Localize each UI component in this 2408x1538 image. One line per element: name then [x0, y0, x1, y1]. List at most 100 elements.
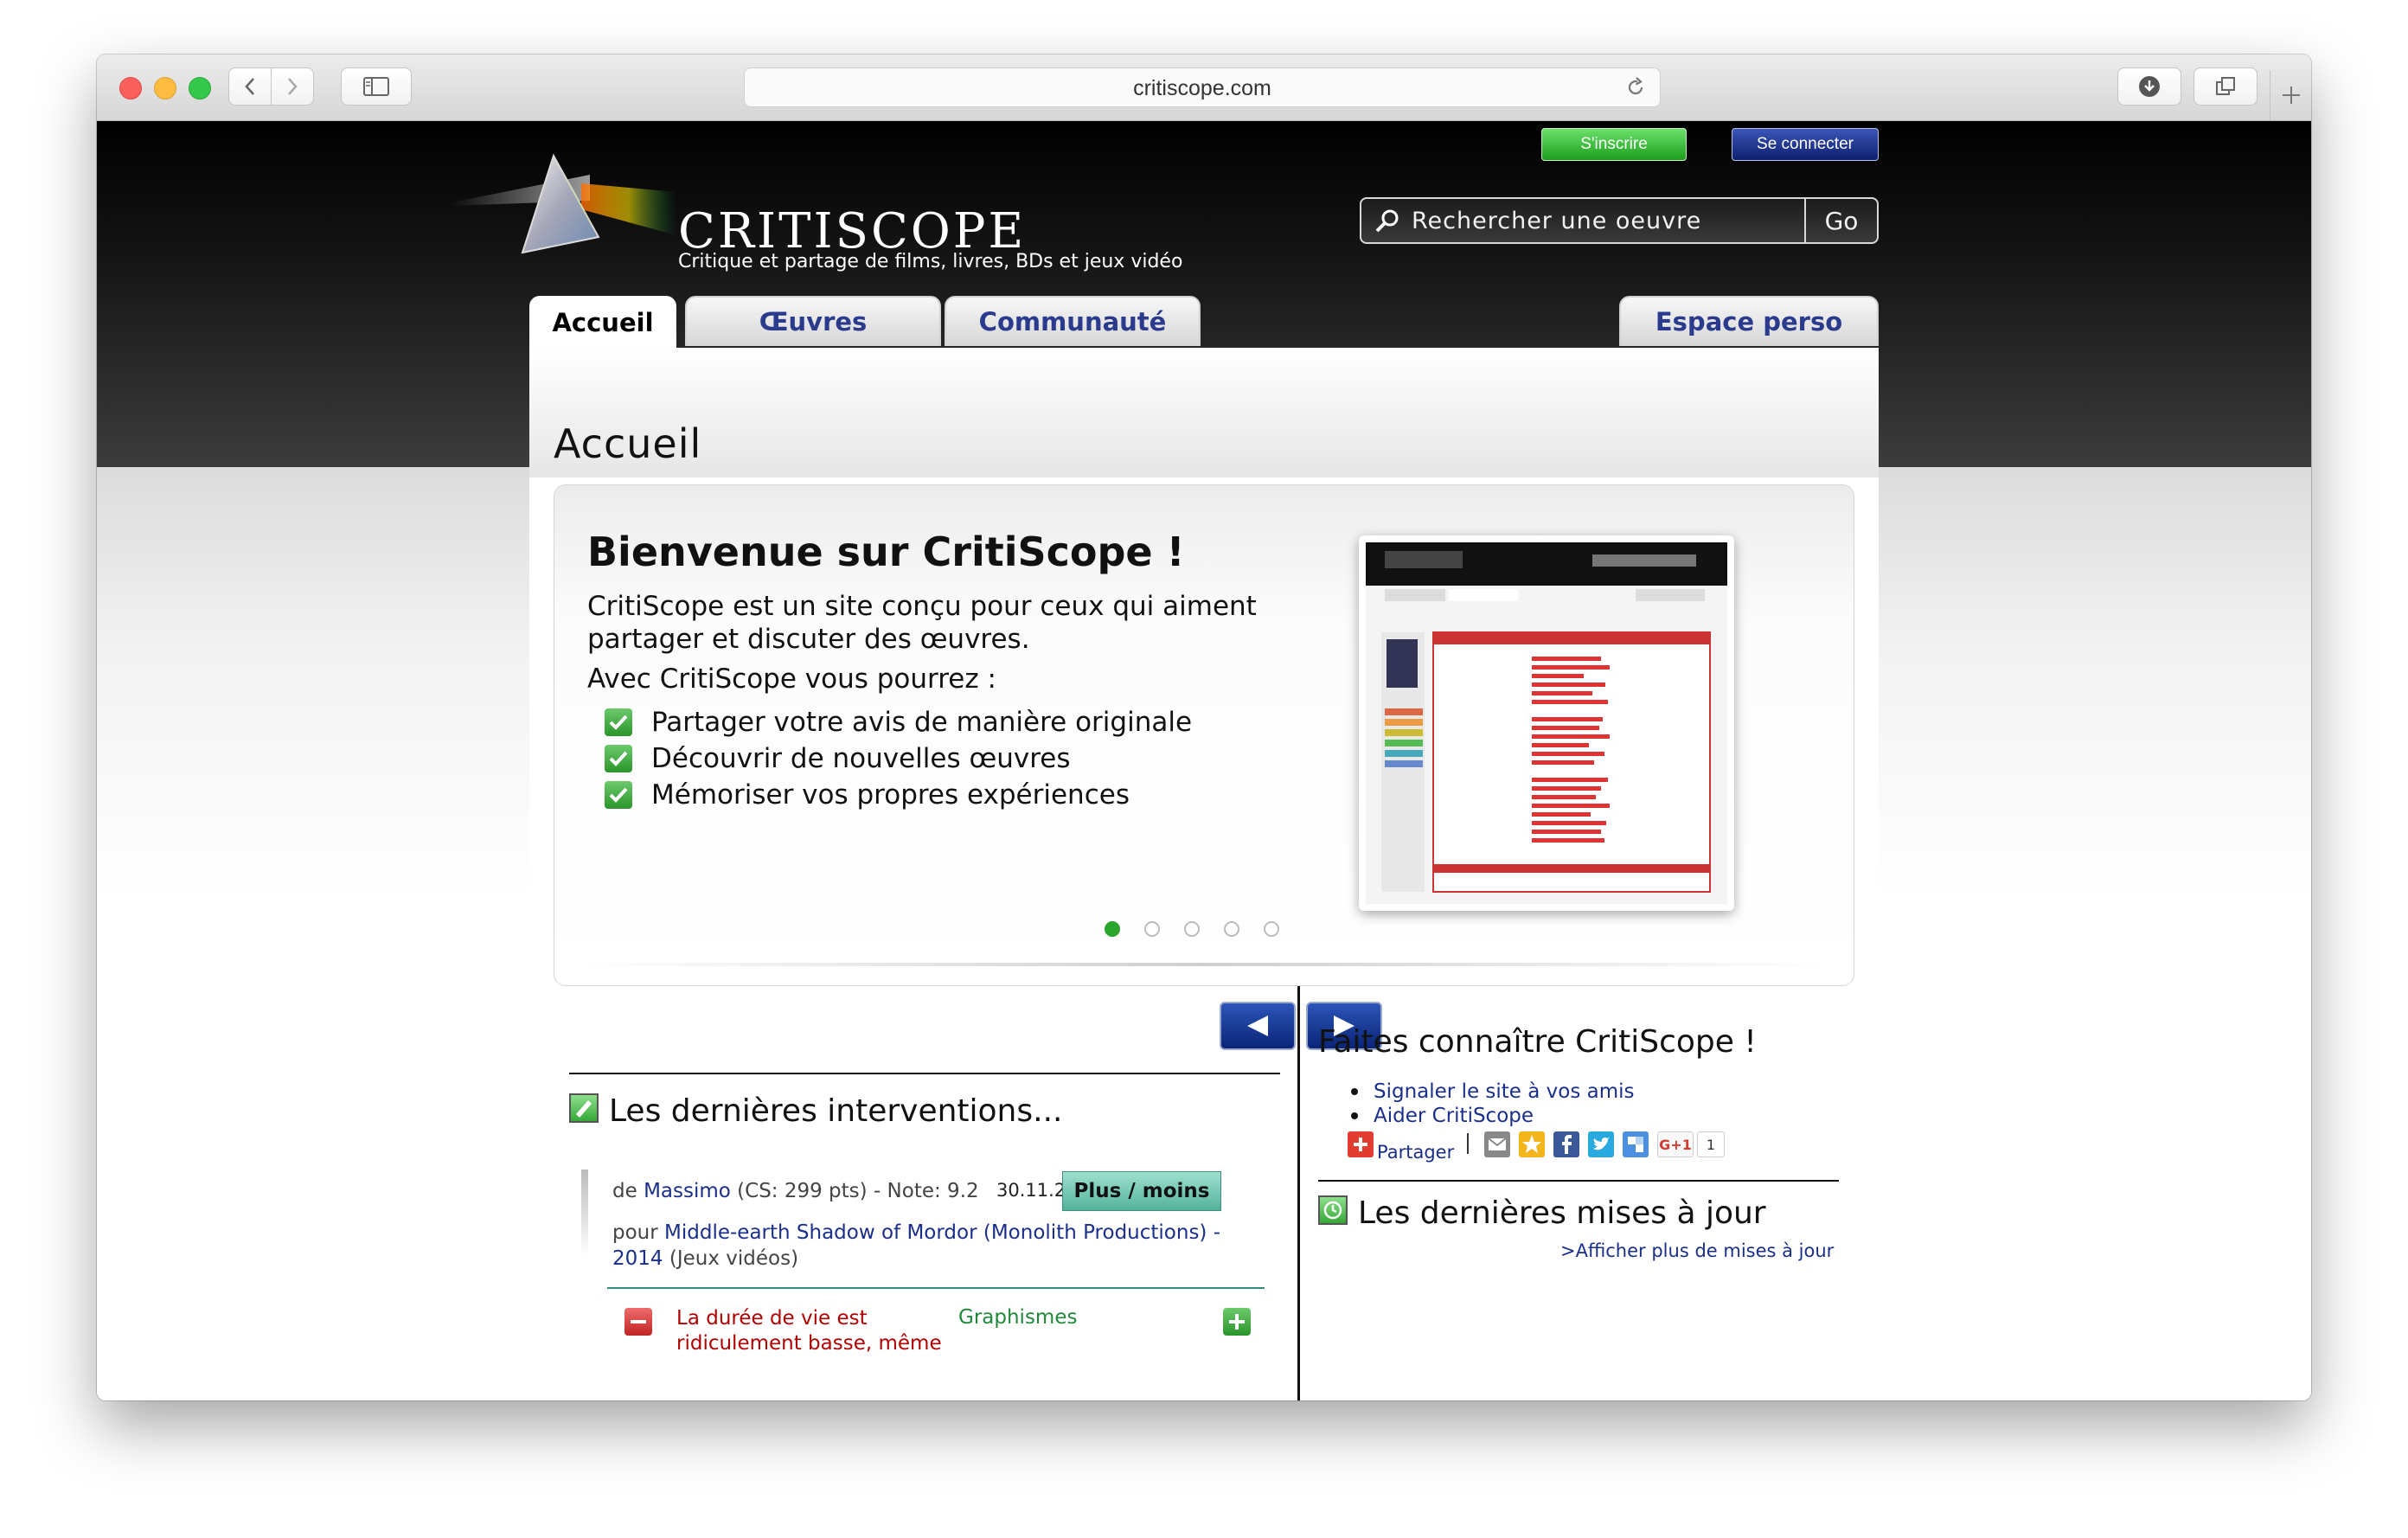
carousel-prev-button[interactable] — [1220, 1002, 1296, 1050]
chevron-left-icon — [245, 78, 254, 95]
work-link[interactable]: Middle-earth Shadow of Mordor (Monolith … — [664, 1221, 1220, 1244]
favorite-star-icon[interactable] — [1519, 1131, 1545, 1157]
carousel-dot-5[interactable] — [1264, 921, 1279, 937]
browser-window: critiscope.com S'inscrire Se connecter C… — [97, 54, 2311, 1400]
plus-icon — [2283, 87, 2300, 104]
bullet-icon — [1351, 1112, 1358, 1119]
more-updates-link[interactable]: >Afficher plus de mises à jour — [1560, 1240, 1834, 1261]
bullet-icon — [1351, 1088, 1358, 1095]
section-divider — [569, 1073, 1280, 1074]
clock-icon — [1318, 1195, 1348, 1225]
feature-item: Partager votre avis de manière originale — [605, 707, 1192, 738]
minus-text: La durée de vie est — [676, 1307, 868, 1330]
address-bar[interactable]: critiscope.com — [744, 67, 1661, 107]
edit-note-icon — [569, 1093, 599, 1123]
promote-title: Faites connaître CritiScope ! — [1318, 1024, 1757, 1060]
author-meta: (CS: 299 pts) - Note: 9.2 — [737, 1180, 979, 1202]
minus-point: La durée de vie est ridiculement basse, … — [676, 1306, 942, 1356]
checkmark-icon — [605, 745, 632, 772]
signal-friends-link[interactable]: Signaler le site à vos amis — [1374, 1080, 1635, 1104]
minus-icon — [624, 1308, 652, 1336]
share-plus-icon[interactable] — [1348, 1131, 1374, 1157]
byline-prefix: de — [612, 1180, 637, 1202]
plus-icon — [1223, 1308, 1251, 1336]
carousel-dot-3[interactable] — [1184, 921, 1200, 937]
for-label: pour — [612, 1221, 658, 1244]
checkmark-icon — [605, 781, 632, 809]
carousel-dot-1[interactable] — [1105, 921, 1120, 937]
google-plus-button[interactable]: G+1 — [1657, 1131, 1694, 1157]
feature-item: Découvrir de nouvelles œuvres — [605, 743, 1070, 774]
intervention-work: pour Middle-earth Shadow of Mordor (Mono… — [612, 1220, 1235, 1272]
back-button[interactable] — [228, 67, 272, 106]
signup-button[interactable]: S'inscrire — [1541, 128, 1687, 161]
column-separator — [1297, 986, 1300, 1400]
share-label[interactable]: Partager — [1377, 1142, 1454, 1163]
welcome-text-line: CritiScope est un site conçu pour ceux q… — [587, 591, 1257, 622]
help-critiscope-link[interactable]: Aider CritiScope — [1374, 1104, 1534, 1128]
login-button[interactable]: Se connecter — [1732, 128, 1879, 161]
delicious-icon[interactable] — [1623, 1131, 1649, 1157]
tab-accueil[interactable]: Accueil — [529, 296, 676, 349]
updates-title: Les dernières mises à jour — [1358, 1195, 1766, 1231]
interventions-title: Les dernières interventions... — [609, 1093, 1063, 1129]
carousel-dot-4[interactable] — [1224, 921, 1239, 937]
url-text: critiscope.com — [1133, 76, 1271, 100]
browser-toolbar: critiscope.com — [97, 54, 2311, 121]
tab-communaute[interactable]: Communauté — [945, 296, 1201, 346]
tab-espace-perso[interactable]: Espace perso — [1619, 296, 1879, 346]
tabs-overview-button[interactable] — [2193, 67, 2258, 106]
sidebar-icon — [363, 77, 389, 96]
carousel-dot-2[interactable] — [1144, 921, 1160, 937]
search-icon — [1375, 209, 1399, 233]
intervention-divider — [607, 1287, 1265, 1289]
twitter-icon[interactable] — [1588, 1131, 1614, 1157]
google-plus-count: 1 — [1697, 1131, 1725, 1157]
feature-item: Mémoriser vos propres expériences — [605, 779, 1130, 811]
welcome-text-line: Avec CritiScope vous pourrez : — [587, 663, 996, 695]
minus-text: ridiculement basse, même — [676, 1332, 942, 1355]
promote-link-item: Aider CritiScope — [1351, 1104, 1635, 1128]
carousel-divider — [580, 963, 1826, 966]
prism-logo-icon — [452, 153, 676, 254]
plus-point: Graphismes — [958, 1306, 1078, 1329]
section-divider — [1318, 1180, 1839, 1182]
facebook-icon[interactable] — [1553, 1131, 1579, 1157]
welcome-carousel: Bienvenue sur CritiScope ! CritiScope es… — [554, 484, 1854, 986]
page-title: Accueil — [554, 420, 702, 467]
tabs-icon — [2216, 77, 2235, 95]
site-logo[interactable] — [452, 140, 676, 270]
welcome-title: Bienvenue sur CritiScope ! — [587, 529, 1185, 575]
site-preview-image — [1359, 535, 1734, 911]
feature-label: Partager votre avis de manière originale — [651, 707, 1193, 738]
feature-label: Découvrir de nouvelles œuvres — [651, 743, 1071, 774]
close-window-button[interactable] — [119, 77, 142, 99]
reload-icon[interactable] — [1625, 77, 1646, 98]
intervention-byline: de Massimo (CS: 299 pts) - Note: 9.2 — [612, 1180, 979, 1202]
quote-mark — [581, 1170, 588, 1256]
chevron-right-icon — [288, 78, 298, 95]
search-input[interactable]: Rechercher une oeuvre — [1412, 208, 1701, 234]
checkmark-icon — [605, 708, 632, 736]
web-page: S'inscrire Se connecter CRITISCOPE Criti… — [97, 121, 2311, 1400]
logo-tagline: Critique et partage de films, livres, BD… — [678, 251, 1183, 272]
search-box: Rechercher une oeuvre Go — [1360, 197, 1879, 244]
work-year-link[interactable]: 2014 — [612, 1247, 663, 1270]
welcome-text-line: partager et discuter des œuvres. — [587, 624, 1030, 655]
download-icon — [2139, 76, 2160, 97]
plus-moins-button[interactable]: Plus / moins — [1062, 1171, 1221, 1211]
zoom-window-button[interactable] — [189, 77, 211, 99]
minimize-window-button[interactable] — [154, 77, 176, 99]
sidebar-toggle-button[interactable] — [341, 67, 412, 106]
new-tab-button[interactable] — [2270, 70, 2311, 120]
work-type: (Jeux vidéos) — [669, 1247, 799, 1270]
share-separator — [1467, 1133, 1469, 1154]
tab-oeuvres[interactable]: Œuvres — [685, 296, 941, 346]
author-link[interactable]: Massimo — [644, 1180, 731, 1202]
feature-label: Mémoriser vos propres expériences — [651, 779, 1130, 811]
triangle-left-icon — [1247, 1016, 1268, 1036]
forward-button[interactable] — [271, 67, 314, 106]
email-icon[interactable] — [1484, 1131, 1510, 1157]
downloads-button[interactable] — [2117, 67, 2181, 106]
search-go-button[interactable]: Go — [1804, 199, 1877, 242]
